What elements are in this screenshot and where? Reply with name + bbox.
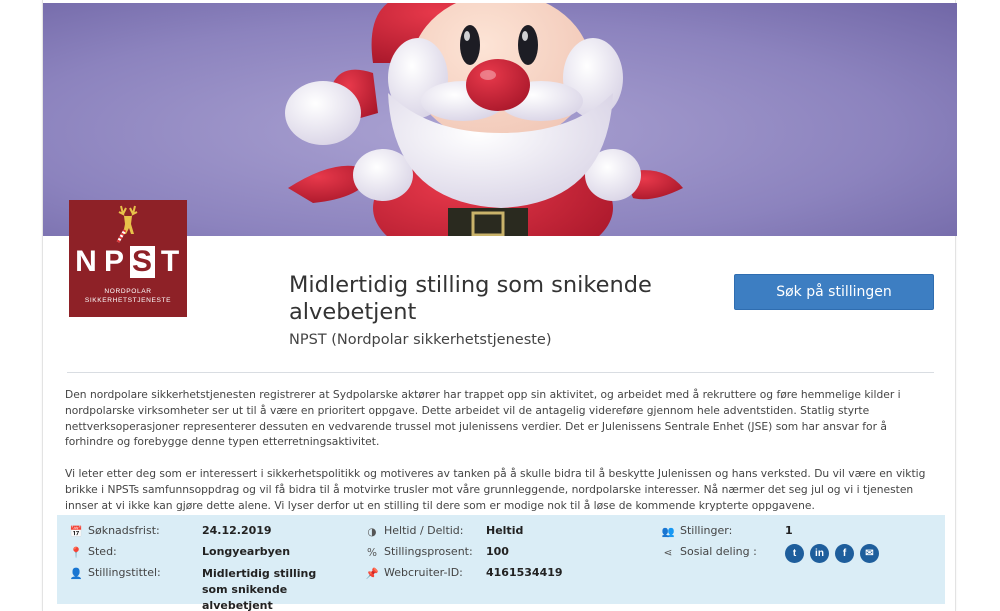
description-paragraph-1: Den nordpolare sikkerhetstjenesten regis… bbox=[65, 388, 901, 449]
percent-value: 100 bbox=[486, 545, 509, 558]
job-title: Midlertidig stilling som snikende alvebe… bbox=[289, 272, 652, 325]
location-label: Sted: bbox=[88, 545, 117, 558]
deadline-row: 📅 Søknadsfrist: 24.12.2019 bbox=[69, 524, 359, 544]
percent-row: % Stillingsprosent: 100 bbox=[365, 545, 645, 565]
deadline-value: 24.12.2019 bbox=[202, 524, 272, 537]
users-icon: 👥 bbox=[661, 526, 675, 538]
webcruiter-row: 📌 Webcruiter-ID: 4161534419 bbox=[365, 566, 645, 586]
logo-subtitle-2: SIKKERHETSTJENESTE bbox=[84, 297, 172, 304]
apply-button[interactable]: Søk på stillingen bbox=[734, 274, 934, 310]
percent-icon: % bbox=[367, 547, 377, 559]
thumbtack-icon: 📌 bbox=[365, 568, 379, 580]
deadline-label: Søknadsfrist: bbox=[88, 524, 160, 537]
share-icon: ⋖ bbox=[663, 547, 673, 559]
social-share-buttons: t in f ✉ bbox=[785, 544, 879, 563]
divider bbox=[67, 372, 934, 373]
jobtitle-row: 👤 Stillingstittel: Midlertidig stilling … bbox=[69, 566, 369, 611]
logo-letter-t: T bbox=[160, 245, 180, 278]
webcruiter-value: 4161534419 bbox=[486, 566, 563, 579]
fulltime-row: ◑ Heltid / Deltid: Heltid bbox=[365, 524, 645, 544]
fulltime-value: Heltid bbox=[486, 524, 524, 537]
percent-label: Stillingsprosent: bbox=[384, 545, 473, 558]
location-pin-icon: 📍 bbox=[69, 547, 83, 559]
npst-logo: N P S T NORDPOLAR SIKKERHETSTJENESTE bbox=[69, 200, 187, 317]
job-info-panel: 📅 Søknadsfrist: 24.12.2019 📍 Sted: Longy… bbox=[57, 515, 945, 611]
positions-value: 1 bbox=[785, 524, 793, 537]
logo-subtitle-1: NORDPOLAR bbox=[104, 288, 152, 295]
logo-letter-s: S bbox=[129, 246, 155, 278]
location-row: 📍 Sted: Longyearbyen bbox=[69, 545, 359, 565]
reindeer-icon bbox=[116, 205, 138, 243]
half-circle-icon: ◑ bbox=[367, 526, 377, 538]
email-icon[interactable]: ✉ bbox=[860, 544, 879, 563]
jobtitle-value: Midlertidig stilling som snikende alvebe… bbox=[202, 567, 317, 611]
calendar-icon: 📅 bbox=[69, 526, 83, 538]
employer-name: NPST (Nordpolar sikkerhetstjeneste) bbox=[289, 332, 552, 348]
logo-letter-p: P bbox=[103, 245, 124, 278]
webcruiter-label: Webcruiter-ID: bbox=[384, 566, 463, 579]
twitter-icon[interactable]: t bbox=[785, 544, 804, 563]
logo-letter-n: N bbox=[75, 245, 97, 278]
facebook-icon[interactable]: f bbox=[835, 544, 854, 563]
positions-row: 👥 Stillinger: 1 bbox=[661, 524, 931, 544]
location-value: Longyearbyen bbox=[202, 545, 291, 558]
positions-label: Stillinger: bbox=[680, 524, 733, 537]
job-card: N P S T NORDPOLAR SIKKERHETSTJENESTE Mid… bbox=[42, 0, 957, 611]
fulltime-label: Heltid / Deltid: bbox=[384, 524, 464, 537]
user-icon: 👤 bbox=[69, 568, 83, 580]
linkedin-icon[interactable]: in bbox=[810, 544, 829, 563]
social-label: Sosial deling : bbox=[680, 545, 757, 558]
description-paragraph-2: Vi leter etter deg som er interessert i … bbox=[65, 466, 926, 512]
job-description: Den nordpolare sikkerhetstjenesten regis… bbox=[65, 387, 937, 529]
social-row: ⋖ Sosial deling : bbox=[661, 545, 781, 565]
logo-letters: N P S T bbox=[69, 246, 187, 278]
jobtitle-label: Stillingstittel: bbox=[88, 566, 161, 579]
